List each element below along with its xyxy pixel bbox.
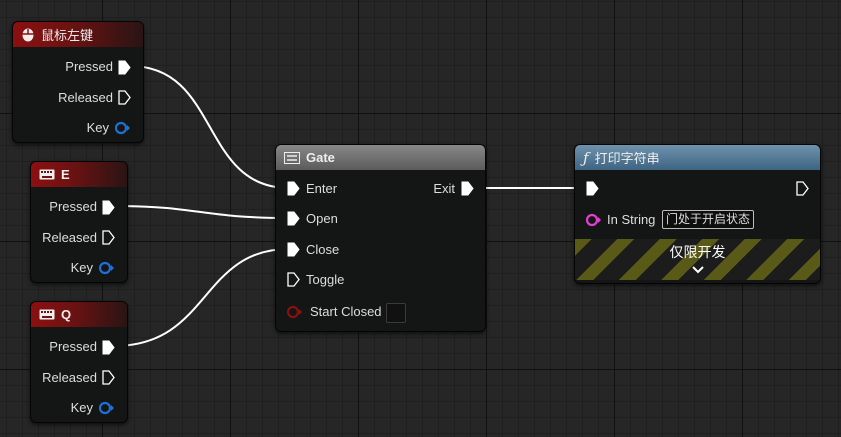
pin-label-released: Released	[42, 230, 97, 245]
key-pin[interactable]	[99, 401, 115, 415]
node-title: E	[61, 167, 70, 182]
wire-mouse-pressed-to-gate-enter	[129, 65, 290, 189]
node-key-q[interactable]: Q Pressed Released Key	[30, 301, 128, 423]
pin-label-pressed: Pressed	[65, 59, 113, 74]
function-icon: ƒ	[583, 148, 589, 167]
node-title: Gate	[306, 150, 335, 165]
pin-label-released: Released	[42, 370, 97, 385]
pin-label-released: Released	[58, 90, 113, 105]
wire-e-pressed-to-gate-open	[113, 205, 290, 219]
exec-pin-pressed[interactable]	[102, 200, 115, 215]
pin-label-key: Key	[86, 120, 109, 135]
exec-pin-close[interactable]	[287, 242, 300, 257]
node-gate[interactable]: Gate Enter Exit Open Close Toggle Start …	[275, 144, 486, 332]
string-pin-in-string[interactable]	[586, 213, 602, 227]
node-title: 鼠标左键	[41, 28, 94, 43]
wire-q-pressed-to-gate-close	[113, 248, 290, 347]
node-left-mouse-button[interactable]: 鼠标左键 Pressed Released Key	[12, 21, 144, 143]
exec-pin-enter[interactable]	[287, 181, 300, 196]
pin-label-toggle: Toggle	[306, 272, 345, 287]
exec-pin-released[interactable]	[118, 90, 131, 105]
chevron-down-icon[interactable]	[692, 266, 704, 274]
node-header: Q	[31, 302, 127, 327]
mouse-icon	[21, 28, 35, 42]
exec-pin-out[interactable]	[796, 181, 809, 196]
bool-pin-start-closed[interactable]	[287, 305, 303, 319]
node-header: Gate	[276, 145, 485, 170]
pin-label-close: Close	[306, 242, 340, 257]
exec-pin-open[interactable]	[287, 211, 300, 226]
exec-pin-in[interactable]	[586, 181, 599, 196]
gate-icon	[284, 151, 300, 164]
pin-label-open: Open	[306, 211, 338, 226]
exec-pin-toggle[interactable]	[287, 272, 300, 287]
exec-pin-pressed[interactable]	[102, 340, 115, 355]
pin-label-key: Key	[70, 400, 93, 415]
development-only-label: 仅限开发	[669, 244, 726, 260]
pin-label-start-closed: Start Closed	[310, 304, 382, 319]
exec-pin-pressed[interactable]	[118, 60, 131, 75]
exec-pin-released[interactable]	[102, 230, 115, 245]
keyboard-icon	[39, 169, 55, 180]
pin-label-enter: Enter	[306, 181, 338, 196]
node-print-string[interactable]: ƒ 打印字符串 In String 门处于开启状态 仅限开发	[574, 144, 821, 284]
exec-pin-released[interactable]	[102, 370, 115, 385]
pin-label-pressed: Pressed	[49, 199, 97, 214]
in-string-input[interactable]: 门处于开启状态	[662, 210, 755, 229]
pin-label-exit: Exit	[433, 181, 455, 196]
key-pin[interactable]	[99, 261, 115, 275]
pin-label-in-string: In String	[607, 212, 656, 227]
node-title: 打印字符串	[594, 151, 660, 166]
key-pin[interactable]	[115, 121, 131, 135]
pin-label-key: Key	[70, 260, 93, 275]
exec-pin-exit[interactable]	[461, 181, 474, 196]
node-key-e[interactable]: E Pressed Released Key	[30, 161, 128, 283]
keyboard-icon	[39, 309, 55, 320]
node-header: 鼠标左键	[13, 22, 143, 47]
node-header: ƒ 打印字符串	[575, 145, 820, 170]
start-closed-checkbox[interactable]	[386, 303, 406, 323]
node-title: Q	[61, 307, 72, 322]
node-header: E	[31, 162, 127, 187]
pin-label-pressed: Pressed	[49, 339, 97, 354]
